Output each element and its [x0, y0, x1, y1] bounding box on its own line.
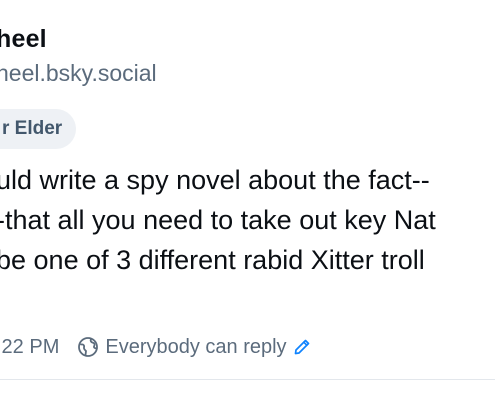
- label-badge[interactable]: r Elder: [0, 109, 77, 149]
- post-text: uld write a spy novel about the fact-- -…: [0, 160, 495, 280]
- label-badge-text: r Elder: [2, 118, 63, 139]
- globe-icon: [77, 336, 99, 358]
- post-text-line: -that all you need to take out key Nat: [0, 205, 436, 235]
- post-view: heel heel.bsky.social r Elder uld write …: [0, 0, 495, 400]
- author-display-name[interactable]: heel: [0, 25, 47, 54]
- divider: [0, 379, 495, 380]
- reply-settings-label: Everybody can reply: [105, 335, 287, 358]
- reply-settings-button[interactable]: Everybody can reply: [77, 336, 310, 359]
- post-text-line: be one of 3 different rabid Xitter troll: [0, 245, 425, 275]
- post-text-line: uld write a spy novel about the fact--: [0, 165, 430, 195]
- post-timestamp: :22 PM: [0, 335, 60, 358]
- pencil-icon: [293, 338, 311, 356]
- post-meta: :22 PM Everybody can reply: [0, 332, 311, 362]
- author-handle[interactable]: heel.bsky.social: [0, 60, 157, 87]
